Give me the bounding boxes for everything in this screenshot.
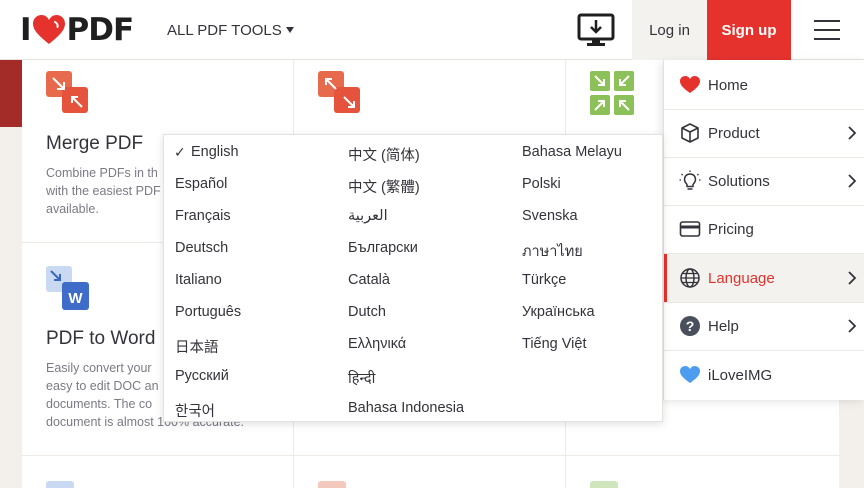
caret-down-icon: [285, 26, 294, 33]
side-item-label: Language: [708, 269, 775, 287]
help-icon: ?: [680, 316, 700, 336]
language-option[interactable]: Dutch: [348, 304, 386, 320]
language-option[interactable]: Català: [348, 272, 390, 288]
tool-icon-partial: [318, 481, 346, 488]
side-menu: Home Product Solutions Pricing Language …: [663, 60, 864, 400]
language-option[interactable]: Español: [175, 176, 227, 192]
tool-icon-partial: [46, 481, 74, 488]
side-item-home[interactable]: Home: [664, 61, 864, 109]
lightbulb-icon: [679, 170, 701, 190]
logo-text-pdf: PDF: [66, 12, 135, 48]
logo-heart-icon: [32, 15, 65, 44]
desktop-download-icon[interactable]: [577, 11, 615, 49]
checkmark-icon: ✓: [174, 144, 186, 160]
chevron-right-icon: [848, 126, 857, 140]
all-pdf-tools-label: ALL PDF TOOLS: [167, 22, 282, 39]
language-option[interactable]: Polski: [522, 176, 561, 192]
language-option[interactable]: Ελληνικά: [348, 336, 406, 352]
svg-text:?: ?: [686, 318, 695, 334]
language-option[interactable]: 한국어: [175, 400, 215, 421]
language-option-english[interactable]: English: [191, 144, 239, 160]
merge-pdf-icon[interactable]: [46, 71, 90, 115]
language-option[interactable]: ภาษาไทย: [522, 240, 583, 263]
split-pdf-icon[interactable]: [318, 71, 362, 115]
language-option[interactable]: 中文 (繁體): [348, 176, 420, 197]
language-option[interactable]: Български: [348, 240, 418, 256]
login-label: Log in: [649, 21, 690, 39]
side-item-label: Pricing: [708, 220, 754, 238]
language-option[interactable]: العربية: [348, 208, 388, 224]
chevron-right-icon: [848, 174, 857, 188]
pdf-to-word-title[interactable]: PDF to Word: [46, 328, 155, 350]
signup-label: Sign up: [721, 21, 777, 39]
credit-card-icon: [679, 221, 701, 237]
box-icon: [681, 123, 699, 143]
side-item-label: iLoveIMG: [708, 366, 773, 384]
ilovimg-heart-icon: [680, 366, 700, 383]
language-option[interactable]: Tiếng Việt: [522, 336, 587, 352]
language-option[interactable]: हिन्दी: [348, 368, 375, 388]
hamburger-line: [814, 20, 840, 22]
language-option[interactable]: Deutsch: [175, 240, 228, 256]
chevron-right-icon: [848, 271, 857, 285]
compress-pdf-icon[interactable]: [590, 71, 634, 115]
ilovepdf-logo[interactable]: I PDF: [20, 12, 135, 48]
chevron-right-icon: [848, 319, 857, 333]
language-option[interactable]: Português: [175, 304, 241, 320]
language-option[interactable]: Français: [175, 208, 231, 224]
language-option[interactable]: Svenska: [522, 208, 578, 224]
hamburger-menu-icon[interactable]: [814, 20, 840, 40]
language-option[interactable]: Italiano: [175, 272, 222, 288]
hamburger-line: [814, 29, 840, 31]
svg-text:W: W: [68, 290, 83, 307]
side-item-help[interactable]: ? Help: [664, 302, 864, 350]
tool-icon-partial: [590, 481, 618, 488]
signup-button[interactable]: Sign up: [707, 0, 791, 60]
side-item-language[interactable]: Language: [664, 254, 864, 302]
language-option[interactable]: 中文 (简体): [348, 144, 420, 165]
logo-letter-i: I: [20, 12, 32, 48]
login-button[interactable]: Log in: [632, 0, 707, 60]
side-item-solutions[interactable]: Solutions: [664, 157, 864, 205]
language-option[interactable]: 日本語: [175, 336, 219, 357]
side-item-label: Product: [708, 124, 760, 142]
side-item-product[interactable]: Product: [664, 109, 864, 157]
side-item-label: Home: [708, 76, 749, 94]
red-banner-edge: [0, 60, 22, 127]
language-option[interactable]: Türkçe: [522, 272, 566, 288]
side-item-label: Help: [708, 317, 739, 335]
language-option[interactable]: Українська: [522, 304, 595, 320]
hamburger-line: [814, 38, 840, 40]
language-option[interactable]: Bahasa Melayu: [522, 144, 622, 160]
globe-icon: [680, 268, 700, 288]
grid-divider: [22, 455, 839, 456]
language-dropdown: ✓ English Español Français Deutsch Itali…: [163, 134, 663, 422]
merge-pdf-title[interactable]: Merge PDF: [46, 133, 143, 155]
all-pdf-tools-menu[interactable]: ALL PDF TOOLS: [167, 22, 294, 39]
side-item-label: Solutions: [708, 172, 770, 190]
side-item-ilovimg[interactable]: iLoveIMG: [664, 351, 864, 399]
top-header: I PDF ALL PDF TOOLS Log in Sign up: [0, 0, 864, 60]
side-item-pricing[interactable]: Pricing: [664, 205, 864, 253]
pdf-to-word-icon[interactable]: W: [46, 266, 90, 310]
language-option[interactable]: Bahasa Indonesia: [348, 400, 464, 416]
heart-icon: [680, 76, 700, 93]
language-option[interactable]: Русский: [175, 368, 229, 384]
